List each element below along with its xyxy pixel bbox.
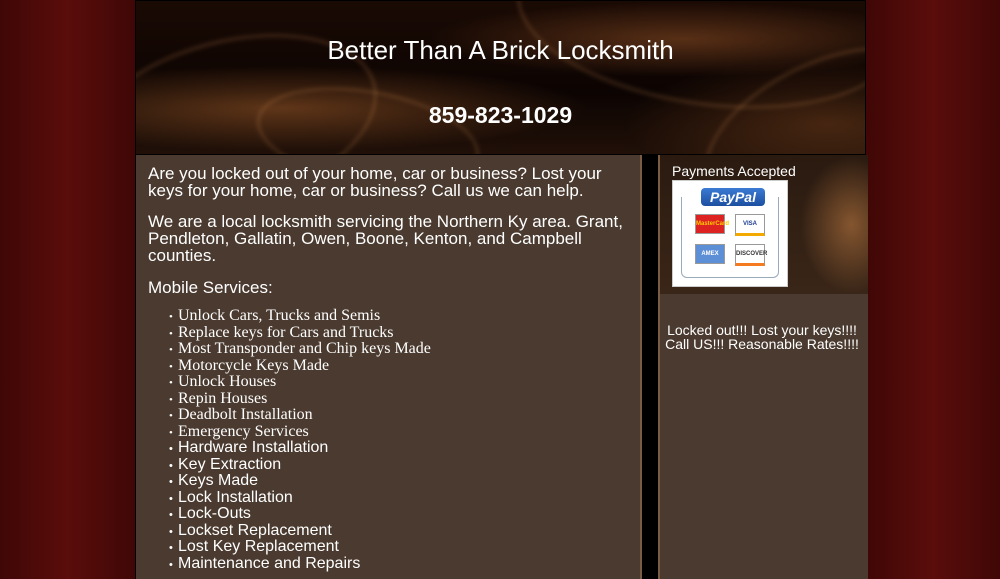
list-item: Deadbolt Installation xyxy=(169,406,628,423)
amex-icon: AMEX xyxy=(695,244,725,264)
sidebar-message: Locked out!!! Lost your keys!!!! Call US… xyxy=(665,322,859,352)
payments-label: Payments Accepted xyxy=(672,163,796,179)
visa-icon: VISA xyxy=(735,214,765,236)
list-item: Lockset Replacement xyxy=(169,522,628,539)
services-list: Unlock Cars, Trucks and Semis Replace ke… xyxy=(148,307,628,572)
list-item: Repin Houses xyxy=(169,390,628,407)
payment-methods-image: PayPal MasterCard VISA AMEX DISCOVER xyxy=(672,180,788,287)
list-item: Unlock Houses xyxy=(169,373,628,390)
intro-paragraph: Are you locked out of your home, car or … xyxy=(148,164,602,200)
right-background xyxy=(866,0,1000,579)
list-item: Key Extraction xyxy=(169,456,628,473)
services-heading: Mobile Services: xyxy=(148,278,273,297)
service-area-paragraph: We are a local locksmith servicing the N… xyxy=(148,212,623,265)
left-background xyxy=(0,0,135,579)
list-item: Lock Installation xyxy=(169,489,628,506)
main-content: Are you locked out of your home, car or … xyxy=(136,155,642,579)
list-item: Emergency Services xyxy=(169,423,628,440)
sidebar: Payments Accepted PayPal MasterCard VISA… xyxy=(658,155,868,579)
list-item: Unlock Cars, Trucks and Semis xyxy=(169,307,628,324)
site-title: Better Than A Brick Locksmith xyxy=(327,35,674,65)
list-item: Lost Key Replacement xyxy=(169,538,628,555)
phone-number[interactable]: 859-823-1029 xyxy=(136,102,865,129)
list-item: Maintenance and Repairs xyxy=(169,555,628,572)
header-banner: Better Than A Brick Locksmith 859-823-10… xyxy=(136,1,865,154)
list-item: Most Transponder and Chip keys Made xyxy=(169,340,628,357)
list-item: Lock-Outs xyxy=(169,505,628,522)
list-item: Keys Made xyxy=(169,472,628,489)
payments-panel: Payments Accepted PayPal MasterCard VISA… xyxy=(660,155,868,294)
discover-icon: DISCOVER xyxy=(735,244,767,266)
mastercard-icon: MasterCard xyxy=(695,214,729,234)
paypal-logo: PayPal xyxy=(701,188,765,206)
list-item: Hardware Installation xyxy=(169,439,628,456)
list-item: Motorcycle Keys Made xyxy=(169,357,628,374)
list-item: Replace keys for Cars and Trucks xyxy=(169,324,628,341)
page-container: Better Than A Brick Locksmith 859-823-10… xyxy=(135,0,868,579)
